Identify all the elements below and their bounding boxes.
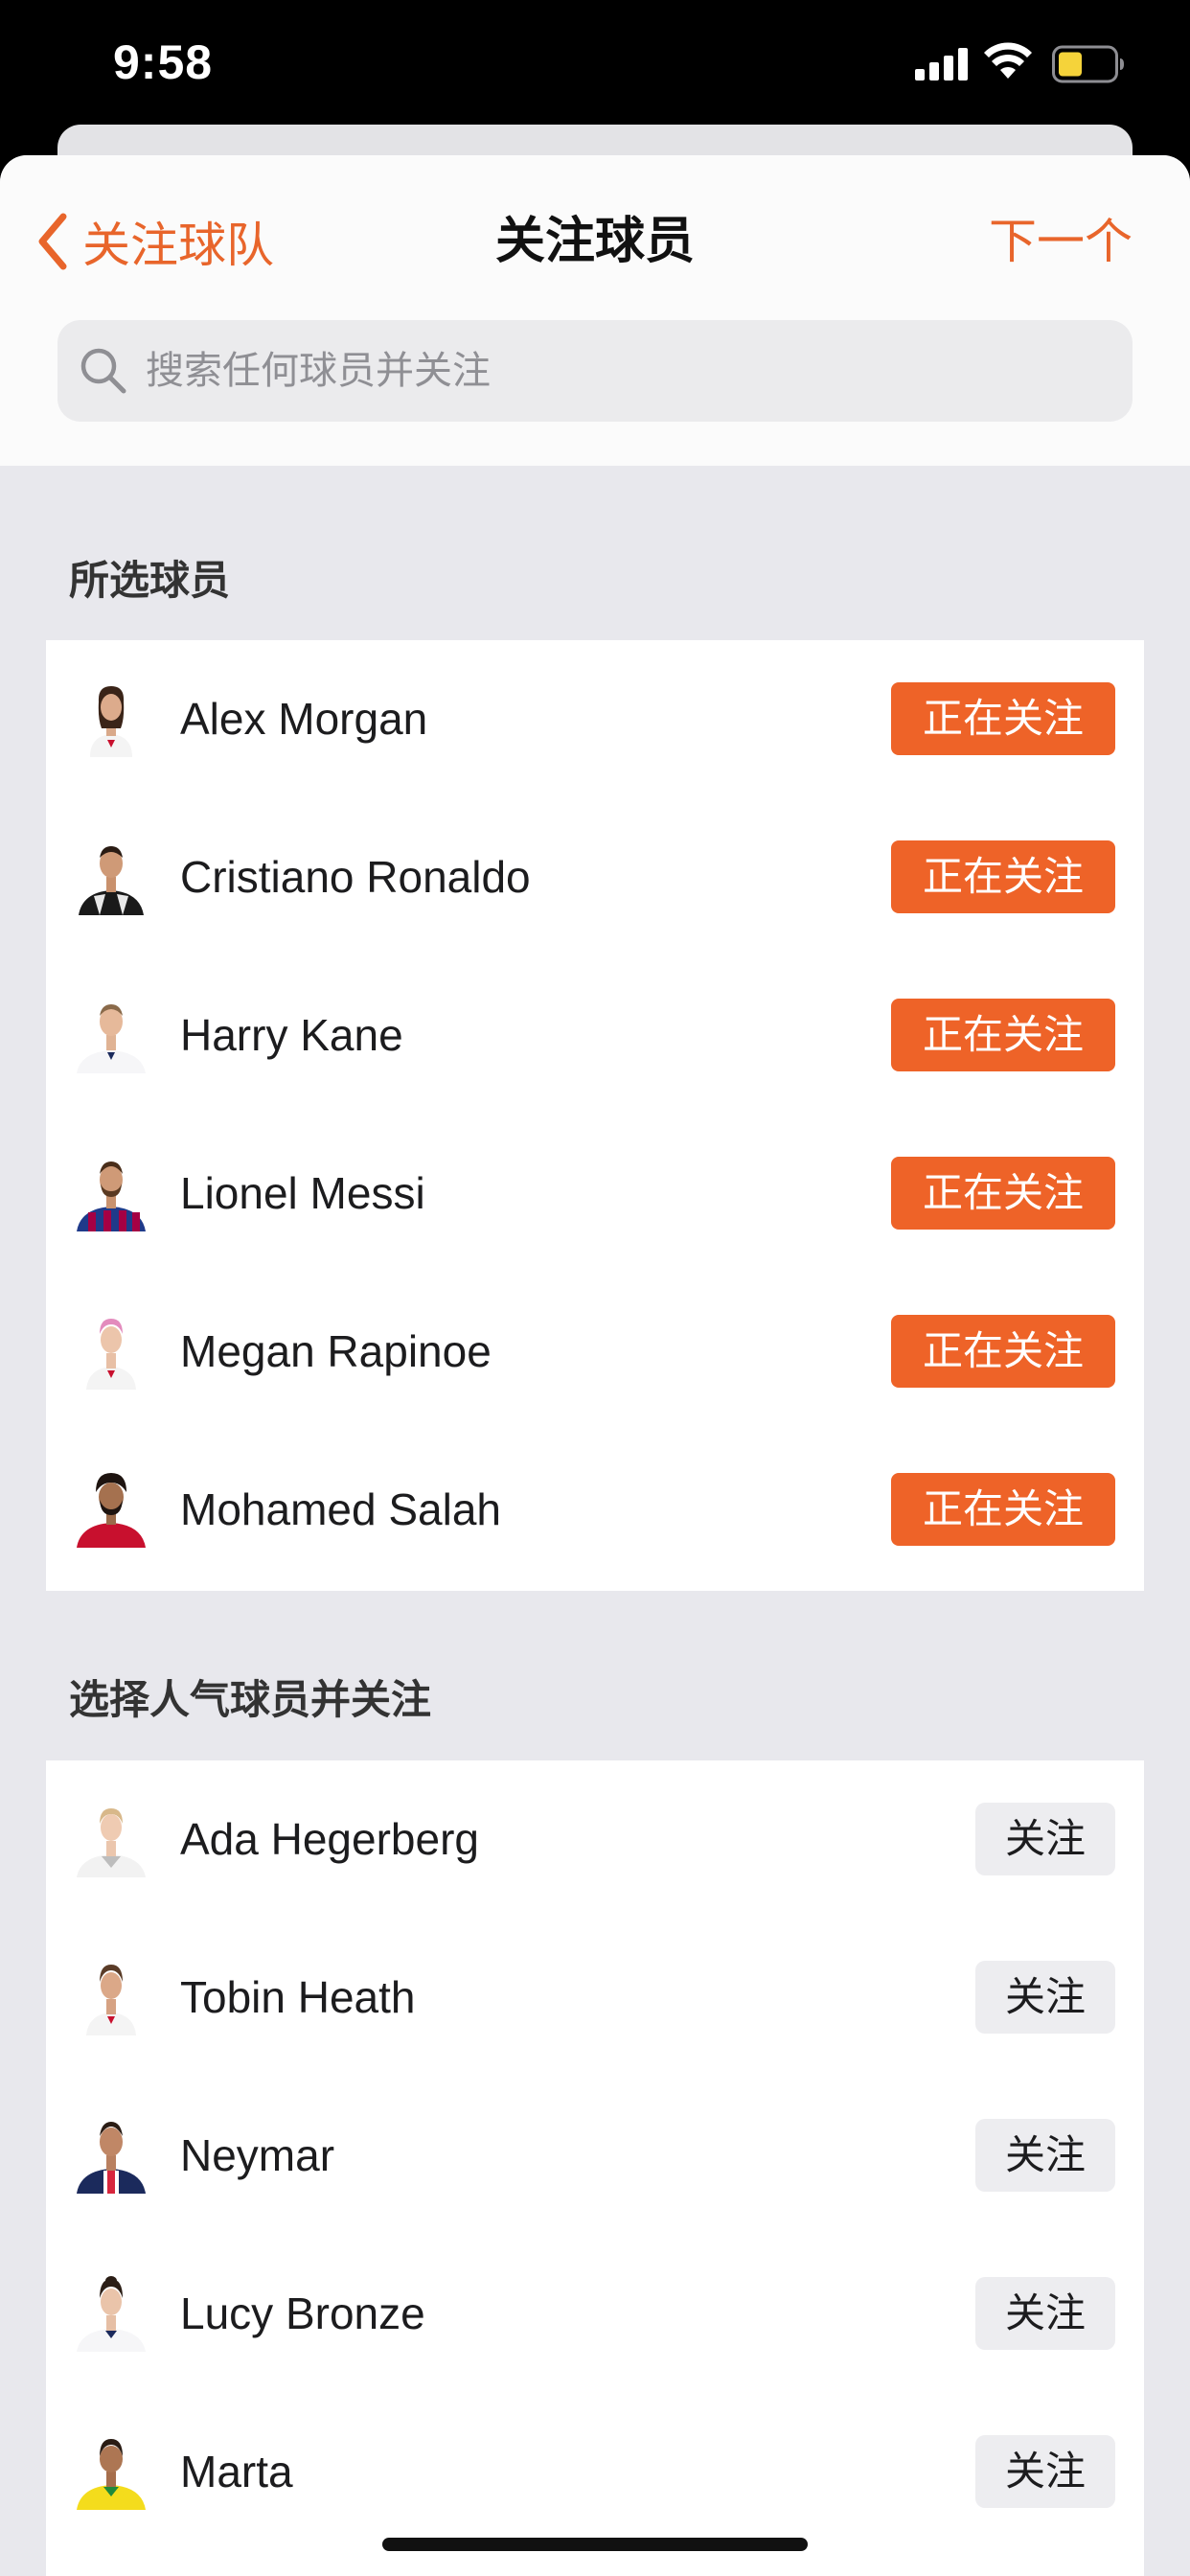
list-item: Neymar 关注 xyxy=(46,2077,1144,2235)
list-item: Tobin Heath 关注 xyxy=(46,1919,1144,2077)
popular-players-list: Ada Hegerberg 关注 Tobin Heath 关注 Neymar 关… xyxy=(46,1760,1144,2576)
player-name: Marta xyxy=(180,2447,293,2496)
player-name: Neymar xyxy=(180,2130,335,2180)
list-item: Ada Hegerberg 关注 xyxy=(46,1760,1144,1919)
following-button[interactable]: 正在关注 xyxy=(891,1315,1115,1388)
list-item: Megan Rapinoe 正在关注 xyxy=(46,1273,1144,1431)
player-name: Ada Hegerberg xyxy=(180,1814,479,1864)
avatar xyxy=(73,1959,149,2036)
player-name: Harry Kane xyxy=(180,1010,403,1060)
player-name: Lionel Messi xyxy=(180,1168,425,1218)
home-indicator[interactable] xyxy=(382,2538,808,2551)
search-bar[interactable] xyxy=(57,320,1133,422)
search-icon xyxy=(80,348,126,394)
list-item: Mohamed Salah 正在关注 xyxy=(46,1431,1144,1589)
selected-players-list: Alex Morgan 正在关注 Cristiano Ronaldo 正在关注 xyxy=(46,640,1144,1591)
avatar xyxy=(73,680,149,757)
player-name: Megan Rapinoe xyxy=(180,1326,492,1376)
list-item: Alex Morgan 正在关注 xyxy=(46,640,1144,798)
list-item: Lucy Bronze 关注 xyxy=(46,2235,1144,2393)
follow-button[interactable]: 关注 xyxy=(975,1803,1115,1875)
follow-button[interactable]: 关注 xyxy=(975,2277,1115,2350)
wifi-icon xyxy=(984,42,1032,79)
status-time: 9:58 xyxy=(113,35,214,89)
avatar xyxy=(73,1801,149,1877)
battery-icon xyxy=(1052,45,1124,83)
player-name: Mohamed Salah xyxy=(180,1484,501,1534)
avatar xyxy=(73,997,149,1073)
player-name: Alex Morgan xyxy=(180,694,428,744)
avatar xyxy=(73,2117,149,2194)
avatar xyxy=(73,1471,149,1548)
popular-players-header: 选择人气球员并关注 xyxy=(69,1677,432,1722)
avatar xyxy=(73,839,149,915)
navigation-header: 关注球队 关注球员 下一个 xyxy=(0,155,1190,466)
following-button[interactable]: 正在关注 xyxy=(891,1473,1115,1546)
following-button[interactable]: 正在关注 xyxy=(891,840,1115,913)
follow-players-sheet: 关注球队 关注球员 下一个 所选球员 Alex xyxy=(0,155,1190,2576)
status-bar: 9:58 xyxy=(0,0,1190,125)
next-button[interactable]: 下一个 xyxy=(989,203,1133,280)
list-item: Cristiano Ronaldo 正在关注 xyxy=(46,798,1144,956)
cellular-signal-icon xyxy=(915,48,968,80)
avatar xyxy=(73,2275,149,2352)
avatar xyxy=(73,1313,149,1390)
chevron-left-icon xyxy=(38,213,67,270)
player-name: Lucy Bronze xyxy=(180,2288,425,2338)
following-button[interactable]: 正在关注 xyxy=(891,682,1115,755)
list-item: Harry Kane 正在关注 xyxy=(46,956,1144,1115)
player-name: Cristiano Ronaldo xyxy=(180,852,531,902)
back-button-label: 关注球队 xyxy=(82,218,274,272)
back-button[interactable]: 关注球队 xyxy=(34,203,274,280)
avatar xyxy=(73,1155,149,1231)
search-input[interactable] xyxy=(144,348,1106,394)
follow-button[interactable]: 关注 xyxy=(975,2119,1115,2192)
follow-button[interactable]: 关注 xyxy=(975,1961,1115,2034)
following-button[interactable]: 正在关注 xyxy=(891,1157,1115,1230)
list-item: Lionel Messi 正在关注 xyxy=(46,1115,1144,1273)
follow-button[interactable]: 关注 xyxy=(975,2435,1115,2508)
avatar xyxy=(73,2433,149,2510)
list-item: Marta 关注 xyxy=(46,2393,1144,2551)
player-name: Tobin Heath xyxy=(180,1972,416,2022)
following-button[interactable]: 正在关注 xyxy=(891,999,1115,1071)
selected-players-header: 所选球员 xyxy=(69,558,231,603)
